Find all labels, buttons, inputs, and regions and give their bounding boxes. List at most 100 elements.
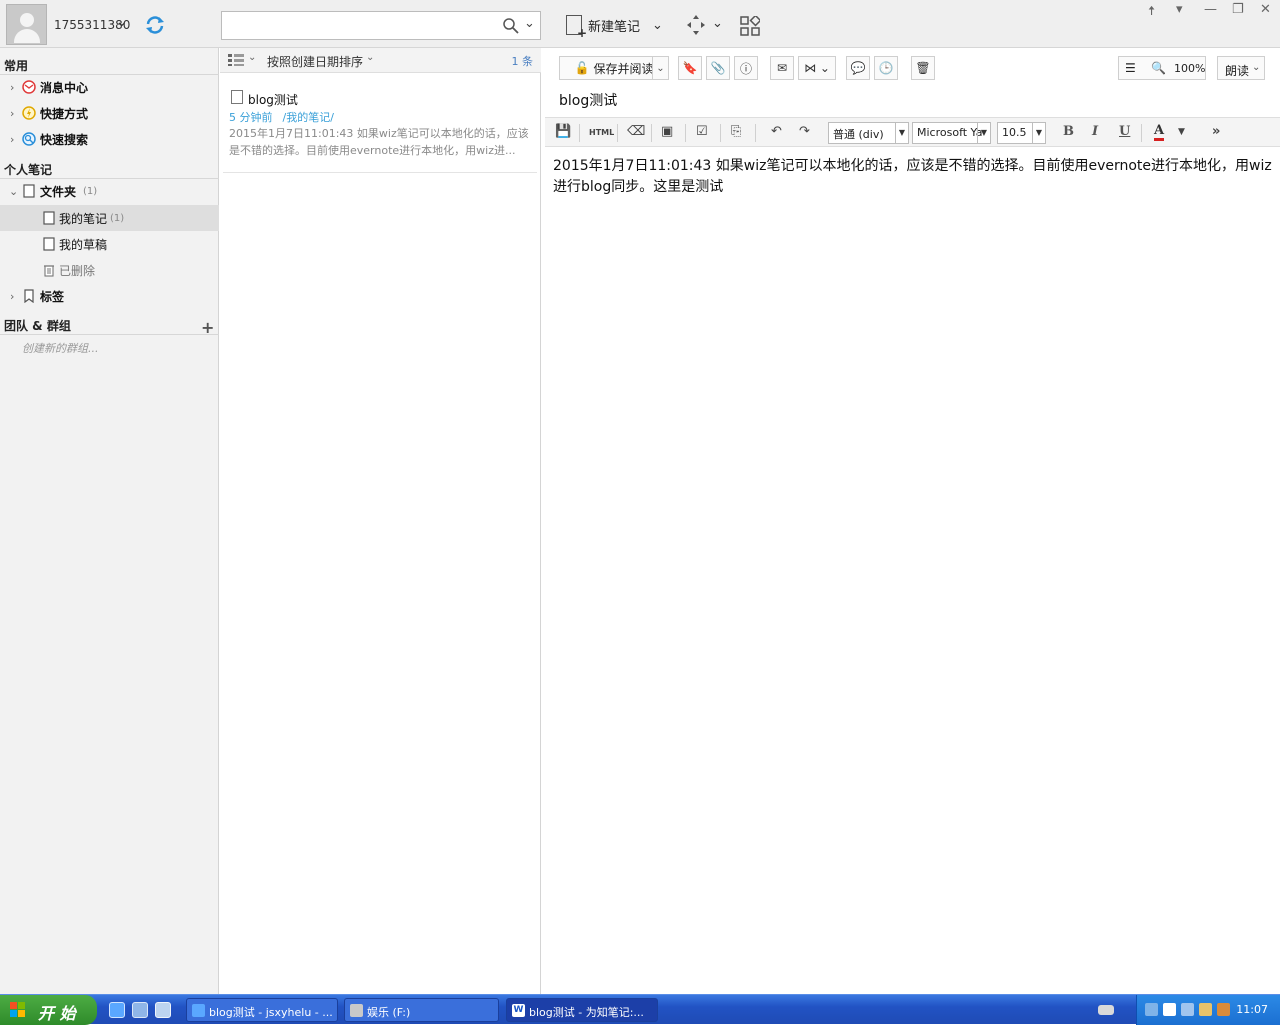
pin-icon[interactable]: 🠅 — [1148, 2, 1155, 24]
start-button[interactable]: 开 始 — [0, 995, 97, 1025]
checkbox-icon[interactable]: ☑ — [696, 124, 708, 139]
font-size-select[interactable]: 10.5 ▼ — [997, 122, 1046, 144]
message-center-icon — [22, 80, 36, 94]
chevron-down-icon[interactable]: ⌄ — [712, 16, 723, 31]
font-family-select[interactable]: Microsoft Ya ▼ — [912, 122, 991, 144]
font-color-button[interactable]: A — [1154, 124, 1165, 141]
chevron-down-icon[interactable]: ▼ — [1178, 127, 1185, 137]
display-icon[interactable] — [1181, 1003, 1194, 1016]
more-tools-button[interactable]: » — [1212, 124, 1220, 139]
sidebar-item-my-notes[interactable]: 我的笔记 (1) — [0, 205, 219, 231]
eraser-icon[interactable]: ⌫ — [627, 124, 645, 139]
security-icon[interactable] — [1217, 1003, 1230, 1016]
sidebar-item-label: 文件夹 — [40, 184, 77, 199]
sidebar-item-label: 快捷方式 — [40, 106, 89, 121]
wiznote-tray-icon[interactable] — [1163, 1003, 1176, 1016]
document-title[interactable]: blog测试 — [559, 90, 617, 110]
tag-icon — [24, 289, 34, 303]
chevron-down-icon[interactable]: ▼ — [895, 123, 908, 143]
keyboard-icon[interactable] — [1098, 1005, 1114, 1015]
create-group-link[interactable]: 创建新的群组... — [22, 340, 99, 356]
menu-down-icon[interactable]: ▾ — [1176, 2, 1183, 17]
restore-icon[interactable]: ❐ — [1232, 2, 1244, 17]
start-label: 开 始 — [38, 1004, 76, 1023]
zoom-control[interactable]: ☰ 🔍 100% — [1118, 56, 1206, 80]
network-icon[interactable] — [1145, 1003, 1158, 1016]
history-icon[interactable]: 🕒 — [874, 56, 898, 80]
search-options-chevron-icon[interactable]: ⌄ — [524, 16, 535, 31]
chevron-down-icon[interactable]: ⌄ — [248, 52, 256, 63]
top-toolbar: 1755311380 ⌄ ⌄ 新建笔记 ⌄ ⌄ — [0, 0, 1280, 48]
notebook-icon — [43, 237, 55, 251]
avatar[interactable] — [6, 4, 47, 45]
search-icon[interactable] — [502, 17, 520, 35]
taskbar-item-browser[interactable]: blog测试 - jsxyhelu - ... — [186, 998, 338, 1022]
insert-file-icon[interactable]: ⎘ — [731, 124, 741, 139]
chevron-right-icon[interactable]: › — [10, 81, 14, 94]
chevron-down-icon[interactable]: ▼ — [1032, 123, 1045, 143]
insert-image-icon[interactable]: ▣ — [661, 124, 673, 139]
chevron-down-icon[interactable]: ⌄ — [652, 18, 663, 33]
outline-icon[interactable]: ☰ — [1125, 61, 1136, 75]
windows-logo-icon — [10, 1002, 25, 1017]
sidebar-item-label: 我的草稿 — [59, 237, 108, 252]
app-icon[interactable] — [155, 1002, 171, 1018]
new-note-button[interactable]: 新建笔记 ⌄ — [566, 13, 663, 40]
sidebar-item-shortcuts[interactable]: › 快捷方式 — [0, 100, 219, 126]
attachment-icon[interactable]: 📎 — [706, 56, 730, 80]
undo-icon[interactable]: ↶ — [771, 124, 782, 139]
note-list: ⌄ 按照创建日期排序 ⌄ 1 条 blog测试 5 分钟前/我的笔记/ 2015… — [220, 48, 541, 994]
bold-button[interactable]: B — [1063, 124, 1074, 139]
wiznote-icon: W — [512, 1004, 525, 1017]
ie-icon[interactable] — [109, 1002, 125, 1018]
paragraph-style-value: 普通 (div) — [833, 128, 884, 141]
note-path[interactable]: /我的笔记/ — [283, 111, 334, 124]
save-options-chevron-icon[interactable]: ⌄ — [652, 56, 669, 80]
chevron-down-icon[interactable]: ⌄ — [9, 185, 18, 198]
redo-icon[interactable]: ↷ — [799, 124, 810, 139]
sync-icon[interactable] — [144, 14, 166, 36]
save-icon[interactable]: 💾 — [555, 124, 571, 139]
chevron-down-icon[interactable]: ▼ — [977, 123, 990, 143]
info-icon[interactable]: ⓘ — [734, 56, 758, 80]
chevron-right-icon[interactable]: › — [10, 107, 14, 120]
desktop-icon[interactable] — [132, 1002, 148, 1018]
comment-icon[interactable]: 💬 — [846, 56, 870, 80]
item-count: (1) — [110, 212, 125, 224]
view-mode-icon[interactable] — [228, 54, 244, 66]
chevron-down-icon[interactable]: ⌄ — [1252, 62, 1260, 73]
divider — [0, 334, 219, 335]
move-icon[interactable] — [686, 14, 706, 36]
underline-button[interactable]: U — [1119, 124, 1130, 139]
layout-grid-icon[interactable] — [740, 16, 760, 36]
paragraph-style-select[interactable]: 普通 (div) ▼ — [828, 122, 909, 144]
taskbar-item-wiznote[interactable]: W blog测试 - 为知笔记:... — [506, 998, 658, 1022]
note-content[interactable]: 2015年1月7日11:01:43 如果wiz笔记可以本地化的话，应该是不错的选… — [553, 156, 1273, 198]
sidebar-item-tags[interactable]: › 标签 — [0, 283, 219, 309]
html-icon[interactable]: HTML — [589, 128, 614, 137]
minimize-icon[interactable]: — — [1204, 2, 1217, 17]
chevron-down-icon[interactable]: ⌄ — [366, 52, 374, 63]
bookmark-icon[interactable]: 🔖 — [678, 56, 702, 80]
italic-button[interactable]: I — [1092, 124, 1098, 139]
search-input[interactable] — [226, 16, 496, 36]
sidebar-item-quick-search[interactable]: › 快速搜索 — [0, 126, 219, 152]
sidebar-item-folders[interactable]: ⌄ 文件夹 (1) — [0, 178, 219, 204]
speaker-icon[interactable] — [1199, 1003, 1212, 1016]
sidebar-item-message-center[interactable]: › 消息中心 — [0, 74, 219, 100]
share-icon[interactable]: ⋈ ⌄ — [798, 56, 836, 80]
chevron-right-icon[interactable]: › — [10, 133, 14, 146]
delete-icon[interactable]: 🗑 — [911, 56, 935, 80]
chevron-right-icon[interactable]: › — [10, 290, 14, 303]
sidebar-item-my-drafts[interactable]: 我的草稿 — [0, 231, 219, 257]
email-icon[interactable]: ✉ — [770, 56, 794, 80]
sidebar-item-deleted[interactable]: 已删除 — [0, 257, 219, 283]
sort-dropdown[interactable]: 按照创建日期排序 — [267, 53, 363, 70]
list-item[interactable]: blog测试 5 分钟前/我的笔记/ 2015年1月7日11:01:43 如果w… — [223, 82, 537, 173]
close-icon[interactable]: ✕ — [1260, 2, 1271, 17]
note-title: blog测试 — [248, 93, 298, 107]
taskbar-item-explorer[interactable]: 娱乐 (F:) — [344, 998, 499, 1022]
chevron-down-icon[interactable]: ⌄ — [116, 14, 128, 30]
read-aloud-dropdown[interactable]: 朗读 ⌄ — [1217, 56, 1265, 80]
sidebar-item-label: 已删除 — [59, 263, 96, 278]
